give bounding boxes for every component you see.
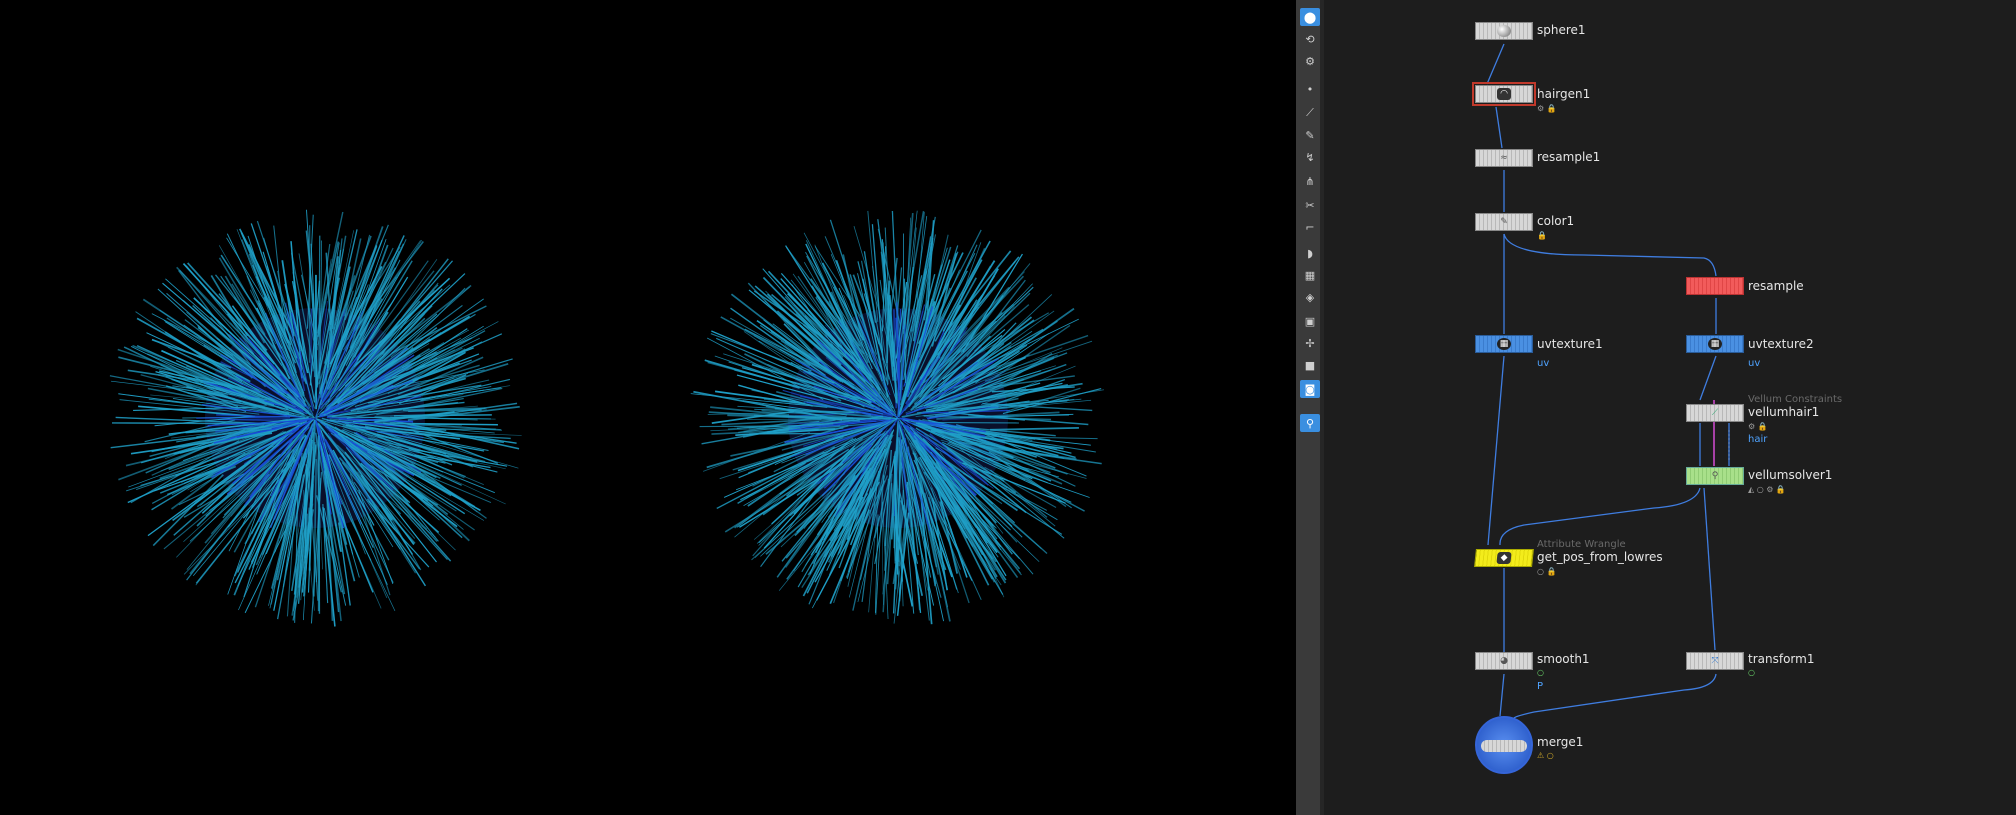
resample-icon: ≈	[1500, 153, 1508, 163]
transform-icon: ⤧	[1711, 656, 1719, 666]
node-vellumhair1-tag: hair	[1748, 434, 1768, 445]
brush-tool[interactable]: ⟋	[1300, 104, 1320, 122]
node-sphere1[interactable]	[1475, 22, 1533, 40]
display-tool[interactable]: ◙	[1300, 380, 1320, 398]
node-get-pos-from-lowres[interactable]: ◆	[1474, 549, 1534, 567]
lock-icon: 🔒	[1537, 231, 1547, 240]
node-vellumsolver1[interactable]: ⚲	[1686, 467, 1744, 485]
hair-icon: ◠	[1497, 88, 1511, 100]
wire-vellumsolver1-transform1	[1703, 487, 1716, 651]
node-smooth1-label: smooth1	[1537, 652, 1590, 666]
node-uvtexture1-tag: uv	[1537, 358, 1550, 369]
node-flags-icon: ○	[1537, 668, 1544, 677]
right-fur-ball	[690, 210, 1105, 625]
node-get-pos-from-lowres-label: get_pos_from_lowres	[1537, 550, 1663, 564]
node-vellumsolver1-label: vellumsolver1	[1748, 468, 1833, 482]
camera-tool[interactable]: ◈	[1300, 288, 1320, 306]
node-uvtexture2-tag: uv	[1748, 358, 1761, 369]
comb-tool[interactable]: ⋔	[1300, 172, 1320, 190]
node-sphere1-label: sphere1	[1537, 23, 1586, 37]
point-tool[interactable]: •	[1300, 80, 1320, 98]
wire-uvtexture2-vellumhair1	[1699, 355, 1717, 401]
handle-tool[interactable]: ⚙	[1300, 52, 1320, 70]
wire-smooth1-merge1	[1499, 673, 1505, 717]
select-tool[interactable]: ⬤	[1300, 8, 1320, 26]
merge-bar	[1481, 740, 1527, 752]
checker-icon: ▦	[1497, 338, 1511, 350]
node-uvtexture1[interactable]: ▦	[1475, 335, 1533, 353]
cut-tool[interactable]: ✂	[1300, 196, 1320, 214]
node-resample[interactable]	[1686, 277, 1744, 295]
texture-tool[interactable]: ▦	[1300, 266, 1320, 284]
node-vellumhair1-type: Vellum Constraints	[1748, 394, 1843, 405]
wire-transform1-merge1	[1513, 673, 1717, 719]
node-transform1[interactable]: ⤧	[1686, 652, 1744, 670]
node-merge1[interactable]	[1475, 716, 1533, 774]
node-vellumhair1[interactable]: ⟋	[1686, 404, 1744, 422]
node-hairgen1[interactable]: ◠	[1472, 82, 1536, 106]
wire-color1-resample	[1503, 233, 1717, 277]
draw-tool[interactable]: ↯	[1300, 148, 1320, 166]
wire-vellumsolver1-wrangle	[1499, 487, 1701, 546]
network-editor[interactable]: sphere1 ◠ hairgen1 ⚙ 🔒 ≈ resample1 ✎ col…	[1324, 0, 2016, 815]
snap-tool[interactable]: ✢	[1300, 334, 1320, 352]
wire-uvtexture1-wrangle	[1487, 355, 1505, 546]
sculpt-tool[interactable]: ◗	[1300, 244, 1320, 262]
node-uvtexture2[interactable]: ▦	[1686, 335, 1744, 353]
node-wrangle-type: Attribute Wrangle	[1537, 539, 1626, 550]
node-vellumhair1-label: vellumhair1	[1748, 405, 1820, 419]
node-color1-label: color1	[1537, 214, 1575, 228]
record-tool[interactable]: ■	[1300, 356, 1320, 374]
pen-tool[interactable]: ✎	[1300, 126, 1320, 144]
sphere-icon	[1497, 25, 1511, 37]
pin-tool[interactable]: ⚲	[1300, 414, 1320, 432]
smooth-icon: ◕	[1500, 656, 1508, 666]
node-smooth1[interactable]: ◕	[1475, 652, 1533, 670]
node-wires	[1486, 43, 1730, 719]
node-flags-icon: ◭ ○ ⚙ 🔒	[1748, 485, 1786, 494]
guide-tool[interactable]: ⌐	[1300, 218, 1320, 236]
viewport-3d[interactable]	[0, 0, 1296, 815]
vellum-icon: ⟋	[1711, 408, 1719, 418]
wrangle-icon: ◆	[1496, 552, 1512, 564]
node-smooth1-tag: P	[1537, 681, 1544, 692]
node-color1[interactable]: ✎	[1475, 213, 1533, 231]
checker-icon: ▦	[1708, 338, 1722, 350]
node-flags-icon: ⚙ 🔒	[1748, 422, 1768, 431]
node-flags-icon: ⚠ ○	[1537, 751, 1554, 760]
color-icon: ✎	[1500, 217, 1508, 227]
node-flags-icon: ⚙ 🔒	[1537, 104, 1557, 113]
left-fur-ball	[109, 209, 522, 627]
wire-sphere1-hairgen1	[1486, 43, 1505, 85]
wire-hairgen1-resample1	[1495, 106, 1503, 149]
fur-render	[109, 209, 1105, 627]
node-merge1-label: merge1	[1537, 735, 1584, 749]
node-flags-icon: ○	[1748, 668, 1755, 677]
node-resample1-label: resample1	[1537, 150, 1601, 164]
solver-icon: ⚲	[1711, 471, 1719, 481]
node-uvtexture2-label: uvtexture2	[1748, 337, 1814, 351]
node-hairgen1-label: hairgen1	[1537, 87, 1591, 101]
node-flags-icon: ○ 🔒	[1537, 567, 1557, 576]
node-uvtexture1-label: uvtexture1	[1537, 337, 1603, 351]
node-resample1[interactable]: ≈	[1475, 149, 1533, 167]
node-transform1-label: transform1	[1748, 652, 1815, 666]
render-tool[interactable]: ▣	[1300, 312, 1320, 330]
node-resample-label: resample	[1748, 279, 1804, 293]
view-tool[interactable]: ⟲	[1300, 30, 1320, 48]
